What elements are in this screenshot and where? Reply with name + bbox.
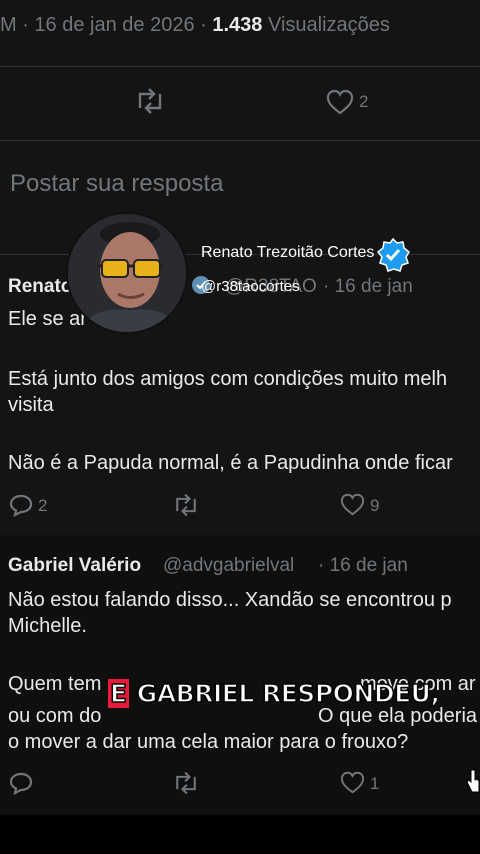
caption-text: GABRIEL RESPONDEU, <box>136 678 441 709</box>
reply-text-line: Está junto dos amigos com condições muit… <box>8 368 448 390</box>
verified-badge-icon <box>376 237 410 277</box>
reply-input[interactable]: Postar sua resposta <box>10 170 223 198</box>
post-meta: M · 16 de jan de 2026 · 1.438 Visualizaç… <box>0 14 390 37</box>
reply-text-line: Não é a Papuda normal, é a Papudinha ond… <box>8 452 453 474</box>
reply-text-line: Ele se ar <box>8 308 87 330</box>
video-caption: E GABRIEL RESPONDEU, <box>108 678 441 717</box>
reply-text-line: o mover a dar uma cela maior para o frou… <box>8 731 409 753</box>
divider <box>0 66 480 67</box>
like-count: 1 <box>370 774 380 793</box>
repost-button[interactable] <box>172 771 200 800</box>
reply-author[interactable]: Gabriel Valério <box>8 555 141 577</box>
post-date: M · 16 de jan de 2026 · <box>0 14 213 36</box>
views-count: 1.438 <box>212 14 263 36</box>
heart-icon <box>326 89 354 115</box>
comment-icon <box>9 494 33 518</box>
person-icon <box>68 214 186 332</box>
like-button[interactable] <box>340 493 365 521</box>
reply-text-line: Quem tem <box>8 673 102 695</box>
reply-date: · 16 de jan <box>323 276 413 297</box>
hand-cursor-icon <box>466 768 480 799</box>
like-count: 9 <box>370 496 380 515</box>
views-label: Visualizações <box>267 14 390 36</box>
divider <box>0 140 480 141</box>
reply-text-line: Não estou falando disso... Xandão se enc… <box>8 589 452 611</box>
reply-handle[interactable]: @advgabrielval <box>163 555 294 577</box>
repost-button[interactable] <box>134 88 166 119</box>
repost-icon <box>176 493 196 517</box>
repost-icon <box>138 88 162 114</box>
repost-icon <box>176 771 196 795</box>
reply-author[interactable]: Renato <box>8 276 72 298</box>
reply-button[interactable] <box>8 771 34 800</box>
heart-icon <box>340 493 365 516</box>
repost-button[interactable] <box>172 493 200 522</box>
reply-text-line: visita <box>8 394 54 416</box>
caption-highlight: E <box>108 678 129 709</box>
comment-icon <box>9 772 33 796</box>
reply-text-line: Michelle. <box>8 615 87 637</box>
channel-name-text: Renato Trezoitão Cortes <box>201 244 375 261</box>
channel-avatar <box>66 212 188 334</box>
channel-name: Renato Trezoitão Cortes <box>201 244 374 262</box>
reply-date: · 16 de jan <box>318 555 408 576</box>
like-button[interactable] <box>326 89 354 120</box>
reply-count: 2 <box>38 496 48 515</box>
heart-icon <box>340 771 365 794</box>
reply-button[interactable] <box>8 493 34 522</box>
reply-text-line: ou com do <box>8 705 102 727</box>
like-button[interactable] <box>340 771 365 799</box>
channel-handle: @r38taocortes <box>201 278 300 295</box>
like-count: 2 <box>359 92 369 111</box>
